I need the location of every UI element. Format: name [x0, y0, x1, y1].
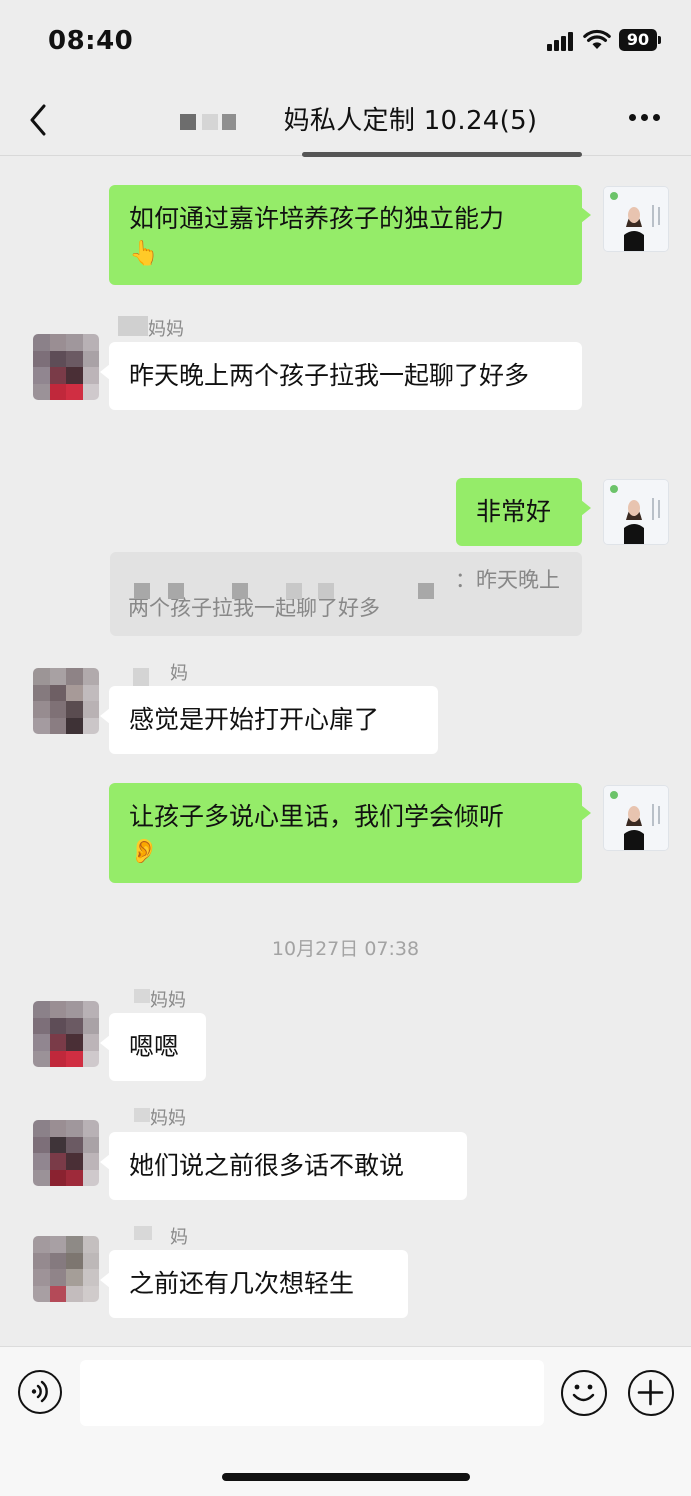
- ear-emoji: 👂: [129, 837, 159, 865]
- woman-portrait-icon: [604, 480, 668, 544]
- sender-name: 妈妈: [150, 990, 186, 1011]
- message-bubble-self[interactable]: 非常好: [456, 478, 591, 546]
- avatar-self[interactable]: [603, 785, 669, 851]
- home-indicator[interactable]: [222, 1473, 470, 1481]
- message-text: 嗯嗯: [129, 1032, 180, 1061]
- scroll-indicator: [302, 152, 582, 157]
- quote-line-1: ：昨天晚上: [455, 568, 560, 592]
- avatar-self[interactable]: [603, 186, 669, 252]
- avatar-contact[interactable]: [33, 1120, 99, 1186]
- message-bubble-contact[interactable]: 昨天晚上两个孩子拉我一起聊了好多: [100, 342, 582, 410]
- message-bubble-self[interactable]: 让孩子多说心里话，我们学会倾听 👂: [109, 783, 591, 883]
- quote-redaction: [286, 583, 302, 599]
- more-icon[interactable]: [629, 114, 661, 124]
- pointing-up-emoji: 👆: [129, 239, 159, 267]
- timestamp: 10月27日 07:38: [271, 938, 420, 960]
- wifi-icon: [583, 29, 611, 49]
- message-text: 感觉是开始打开心扉了: [129, 705, 380, 734]
- name-redaction: [118, 316, 148, 336]
- message-text: 之前还有几次想轻生: [129, 1269, 355, 1298]
- quote-redaction: [168, 583, 184, 599]
- message-text: 昨天晚上两个孩子拉我一起聊了好多: [129, 361, 530, 390]
- name-redaction: [134, 1226, 152, 1240]
- signal-icon: [547, 31, 575, 51]
- input-bar: [0, 1346, 691, 1496]
- quote-redaction: [318, 583, 334, 599]
- battery-indicator: 90: [619, 29, 661, 51]
- message-bubble-contact[interactable]: 感觉是开始打开心扉了: [100, 686, 438, 754]
- quote-line-2: 两个孩子拉我一起聊了好多: [128, 596, 380, 620]
- message-input[interactable]: [80, 1360, 544, 1426]
- emoji-icon[interactable]: [561, 1370, 607, 1416]
- avatar-self[interactable]: [603, 479, 669, 545]
- message-text: 如何通过嘉许培养孩子的独立能力: [129, 204, 505, 233]
- message-bubble-contact[interactable]: 她们说之前很多话不敢说: [100, 1132, 467, 1200]
- message-text: 让孩子多说心里话，我们学会倾听: [129, 802, 505, 831]
- chat-title: 妈私人定制 10.24(5): [283, 106, 538, 136]
- sender-name: 妈: [170, 1227, 188, 1248]
- avatar-contact[interactable]: [33, 668, 99, 734]
- sender-name: 妈: [170, 663, 188, 684]
- sender-name: 妈妈: [148, 319, 184, 340]
- sender-name: 妈妈: [150, 1108, 186, 1129]
- message-bubble-contact[interactable]: 嗯嗯: [100, 1013, 206, 1081]
- message-text: 她们说之前很多话不敢说: [129, 1151, 405, 1180]
- quote-redaction: [232, 583, 248, 599]
- quote-redaction: [418, 583, 434, 599]
- status-bar: 08:40 90: [0, 0, 691, 84]
- message-text: 非常好: [476, 497, 552, 526]
- woman-portrait-icon: [604, 786, 668, 850]
- message-bubble-self[interactable]: 如何通过嘉许培养孩子的独立能力 👆: [109, 185, 591, 285]
- plus-icon[interactable]: [628, 1370, 674, 1416]
- quote-redaction: [134, 583, 150, 599]
- avatar-contact[interactable]: [33, 1001, 99, 1067]
- message-bubble-contact[interactable]: 之前还有几次想轻生: [100, 1250, 408, 1318]
- avatar-contact[interactable]: [33, 334, 99, 400]
- status-time: 08:40: [48, 26, 134, 56]
- woman-portrait-icon: [604, 187, 668, 251]
- nav-bar: 妈私人定制 10.24(5): [0, 84, 691, 156]
- name-redaction: [134, 1108, 150, 1122]
- name-redaction: [134, 989, 150, 1003]
- avatar-contact[interactable]: [33, 1236, 99, 1302]
- name-redaction: [133, 668, 149, 686]
- voice-icon[interactable]: [18, 1370, 62, 1414]
